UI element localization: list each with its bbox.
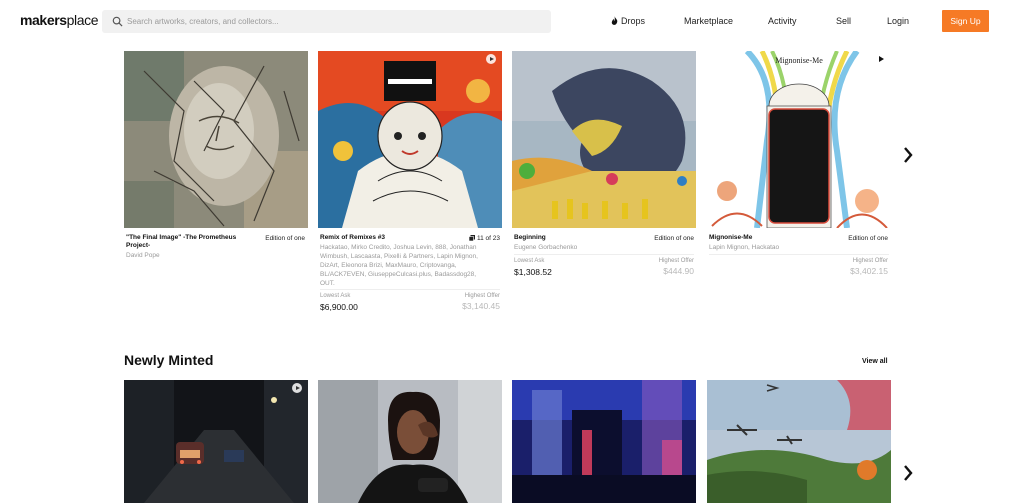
highest-offer-label: Highest Offer: [852, 258, 888, 264]
edition-label: Edition of one: [265, 235, 305, 242]
artwork-handwriting: Mignonise-Me: [775, 56, 823, 65]
divider: [514, 254, 694, 255]
search-input[interactable]: [127, 10, 527, 33]
highest-offer-value: $3,140.45: [462, 301, 500, 311]
divider: [320, 289, 500, 290]
play-video-icon[interactable]: [486, 54, 496, 64]
highest-offer-value: $3,402.15: [850, 266, 888, 276]
search-bar: [102, 10, 551, 33]
nav-sell[interactable]: Sell: [836, 16, 851, 26]
creator-name[interactable]: David Pope: [126, 251, 286, 260]
creator-name[interactable]: Eugene Gorbachenko: [514, 243, 674, 252]
search-icon: [112, 16, 123, 27]
section-title-newly-minted: Newly Minted: [124, 352, 214, 368]
nav-marketplace[interactable]: Marketplace: [684, 16, 733, 26]
artwork-title[interactable]: Mignonise-Me: [709, 234, 829, 242]
divider: [709, 254, 889, 255]
minted-artwork-image[interactable]: [512, 380, 696, 503]
edition-label: 11 of 23: [440, 235, 500, 242]
highest-offer-value: $444.90: [663, 266, 694, 276]
makersplace-logo[interactable]: makersplace: [20, 12, 99, 28]
minted-artwork-image[interactable]: [707, 380, 891, 503]
artwork-title[interactable]: "The Final Image" -The Prometheus Projec…: [126, 234, 251, 250]
editions-icon: [468, 235, 476, 242]
artwork-image[interactable]: Mignonise-Me: [707, 51, 891, 228]
highest-offer-label: Highest Offer: [464, 293, 500, 299]
carousel-next-arrow-icon[interactable]: [903, 146, 913, 169]
view-all-link[interactable]: View all: [862, 358, 888, 365]
artwork-title[interactable]: Remix of Remixes #3: [320, 234, 450, 242]
flame-icon: [611, 16, 618, 25]
lowest-ask-value: $1,308.52: [514, 267, 552, 277]
play-video-icon[interactable]: [292, 383, 302, 393]
artwork-image[interactable]: [124, 51, 308, 228]
nav-drops[interactable]: Drops: [611, 16, 645, 26]
minted-artwork-image[interactable]: [318, 380, 502, 503]
nav-login[interactable]: Login: [887, 16, 909, 26]
artwork-title[interactable]: Beginning: [514, 234, 634, 242]
top-navbar: makersplace Drops Marketplace Activity S…: [0, 0, 1024, 42]
minted-artwork-image[interactable]: [124, 380, 308, 503]
creator-names[interactable]: Hackatao, Mirko Credito, Joshua Levin, 8…: [320, 243, 482, 288]
edition-label: Edition of one: [848, 235, 888, 242]
edition-label: Edition of one: [654, 235, 694, 242]
artwork-image[interactable]: [512, 51, 696, 228]
highest-offer-label: Highest Offer: [658, 258, 694, 264]
lowest-ask-label: Lowest Ask: [514, 258, 545, 264]
signup-button[interactable]: Sign Up: [942, 10, 989, 32]
play-video-icon[interactable]: [877, 55, 885, 63]
creator-names[interactable]: Lapin Mignon, Hackatao: [709, 243, 869, 252]
nav-activity[interactable]: Activity: [768, 16, 797, 26]
lowest-ask-value: $6,900.00: [320, 302, 358, 312]
carousel-next-arrow-icon[interactable]: [903, 464, 913, 487]
lowest-ask-label: Lowest Ask: [320, 293, 351, 299]
artwork-image[interactable]: [318, 51, 502, 228]
